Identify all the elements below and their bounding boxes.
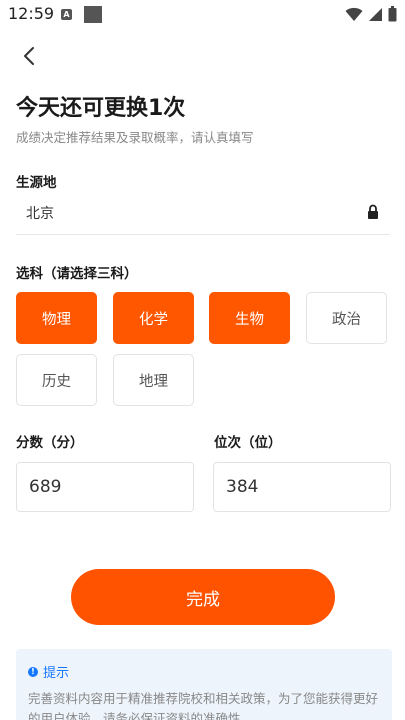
subject-option-chemistry[interactable]: 化学 <box>113 292 194 344</box>
score-field <box>16 462 194 512</box>
subject-option-physics[interactable]: 物理 <box>16 292 97 344</box>
tip-box: ! 提示 完善资料内容用于精准推荐院校和相关政策，为了您能获得更好的用户体验，请… <box>16 649 392 720</box>
source-value: 北京 <box>26 206 54 222</box>
page-title: 今天还可更换1次 <box>16 96 186 121</box>
notification-a-icon: A <box>61 9 72 20</box>
battery-icon <box>388 6 397 22</box>
done-button[interactable]: 完成 <box>71 569 335 625</box>
tip-header: ! 提示 <box>28 662 69 681</box>
chevron-left-icon <box>24 47 34 65</box>
signal-icon <box>369 7 382 21</box>
tip-text: 完善资料内容用于精准推荐院校和相关政策，为了您能获得更好的用户体验，请务必保证资… <box>28 691 379 720</box>
notification-square-icon <box>84 6 102 23</box>
status-bar: 12:59 A <box>0 0 405 30</box>
score-input[interactable] <box>17 463 193 511</box>
subject-option-geography[interactable]: 地理 <box>113 354 194 406</box>
rank-label: 位次（位） <box>214 435 282 451</box>
info-icon: ! <box>28 666 38 677</box>
subject-option-history[interactable]: 历史 <box>16 354 97 406</box>
page-subtitle: 成绩决定推荐结果及录取概率，请认真填写 <box>16 130 254 145</box>
tip-title: 提示 <box>43 666 70 681</box>
score-label: 分数（分） <box>16 435 84 451</box>
source-label: 生源地 <box>16 175 57 191</box>
subject-option-biology[interactable]: 生物 <box>209 292 290 344</box>
wifi-icon <box>345 7 363 21</box>
status-time: 12:59 <box>8 4 55 23</box>
rank-field <box>213 462 391 512</box>
rank-input[interactable] <box>214 463 390 511</box>
back-button[interactable] <box>18 44 42 68</box>
subject-option-politics[interactable]: 政治 <box>306 292 387 344</box>
source-field: 北京 <box>16 190 390 235</box>
lock-icon <box>368 204 378 219</box>
subjects-label: 选科（请选择三科） <box>16 266 138 282</box>
status-icons <box>345 6 397 22</box>
